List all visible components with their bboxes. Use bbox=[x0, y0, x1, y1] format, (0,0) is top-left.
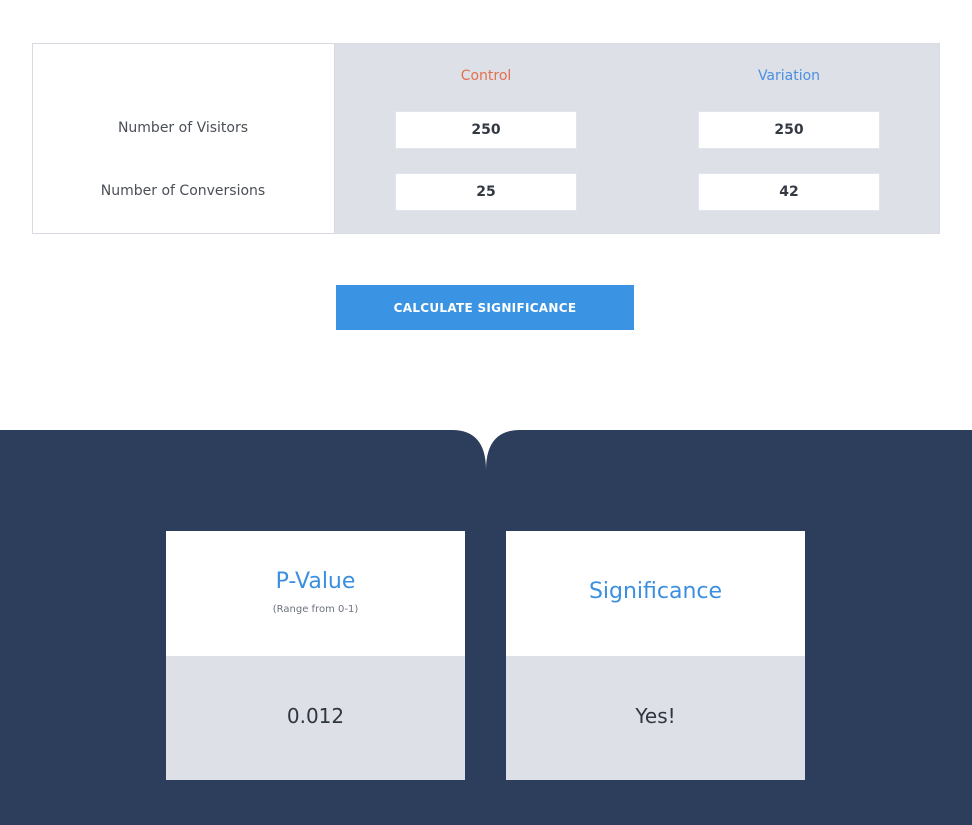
conversions-row-label: Number of Conversions bbox=[100, 183, 266, 199]
significance-card-body: Yes! bbox=[506, 656, 805, 780]
significance-title: Significance bbox=[588, 579, 723, 604]
significance-card-header: Significance bbox=[506, 531, 805, 656]
significance-calculator: Number of Visitors Number of Conversions… bbox=[0, 0, 972, 825]
pvalue-card-body: 0.012 bbox=[166, 656, 465, 780]
row-labels-column: Number of Visitors Number of Conversions bbox=[32, 43, 335, 234]
control-visitors-input[interactable] bbox=[395, 111, 577, 149]
significance-result: Yes! bbox=[635, 704, 676, 728]
variation-visitors-input[interactable] bbox=[698, 111, 880, 149]
variation-conversions-input[interactable] bbox=[698, 173, 880, 211]
visitors-row-label: Number of Visitors bbox=[117, 120, 249, 136]
input-table: Number of Visitors Number of Conversions… bbox=[32, 43, 940, 234]
pvalue-title: P-Value bbox=[275, 569, 356, 594]
results-panel bbox=[0, 430, 972, 825]
pvalue-range-note: (Range from 0-1) bbox=[272, 604, 359, 615]
pvalue-card: P-Value (Range from 0-1) 0.012 bbox=[166, 531, 465, 780]
variation-column-header: Variation bbox=[757, 68, 821, 84]
significance-card: Significance Yes! bbox=[506, 531, 805, 780]
calculate-significance-button[interactable]: CALCULATE SIGNIFICANCE bbox=[336, 285, 634, 330]
control-column-header: Control bbox=[460, 68, 512, 84]
pvalue-card-header: P-Value (Range from 0-1) bbox=[166, 531, 465, 656]
pvalue-result: 0.012 bbox=[286, 704, 345, 728]
control-conversions-input[interactable] bbox=[395, 173, 577, 211]
